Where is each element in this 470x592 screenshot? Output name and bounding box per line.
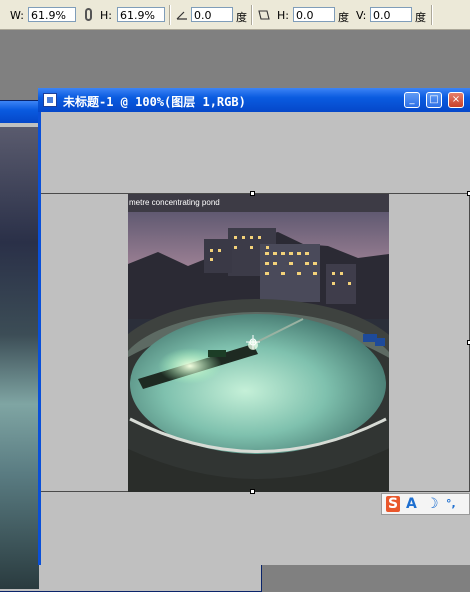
minimize-icon[interactable]: _ <box>404 92 420 108</box>
separator <box>169 5 171 25</box>
document-icon <box>43 93 57 107</box>
ime-fullwidth-toggle[interactable]: ☽ <box>426 496 439 512</box>
sogou-logo-icon[interactable]: S <box>386 496 400 512</box>
width-label: W: <box>10 9 24 22</box>
separator <box>431 5 433 25</box>
transform-center-icon[interactable] <box>246 335 260 349</box>
height-label: H: <box>100 9 112 22</box>
skew-v-input[interactable]: 0.0 <box>370 7 412 22</box>
photo-caption: metre concentrating pond <box>128 194 389 212</box>
separator <box>251 5 253 25</box>
rotate-angle-input[interactable]: 0.0 <box>191 7 233 22</box>
close-icon[interactable]: × <box>448 92 464 108</box>
ime-mode-toggle[interactable]: A <box>406 496 417 512</box>
maximize-icon[interactable]: □ <box>426 92 442 108</box>
transform-handle-top[interactable] <box>250 191 255 196</box>
skew-icon <box>258 10 270 20</box>
transform-handle-bottom[interactable] <box>250 489 255 494</box>
rotate-unit-label: 度 <box>236 11 247 24</box>
ime-punctuation-toggle[interactable]: °, <box>446 496 456 512</box>
skew-h-label: H: <box>277 9 289 22</box>
height-input[interactable]: 61.9% <box>117 7 165 22</box>
skew-v-unit-label: 度 <box>415 11 426 24</box>
link-aspect-icon[interactable] <box>85 8 92 21</box>
main-window-title: 未标题-1 @ 100%(图层 1,RGB) <box>63 95 246 109</box>
transform-options-bar: W: 61.9% H: 61.9% 0.0 度 H: 0.0 度 V: 0.0 … <box>0 0 470 30</box>
skew-h-input[interactable]: 0.0 <box>293 7 335 22</box>
width-input[interactable]: 61.9% <box>28 7 76 22</box>
main-window-titlebar[interactable]: 未标题-1 @ 100%(图层 1,RGB) _ □ × <box>38 88 470 112</box>
rotate-angle-icon <box>176 11 187 20</box>
background-document-image <box>0 127 39 589</box>
skew-v-label: V: <box>356 9 367 22</box>
ime-status-bar[interactable]: S A ☽ °, <box>381 493 470 515</box>
skew-h-unit-label: 度 <box>338 11 349 24</box>
